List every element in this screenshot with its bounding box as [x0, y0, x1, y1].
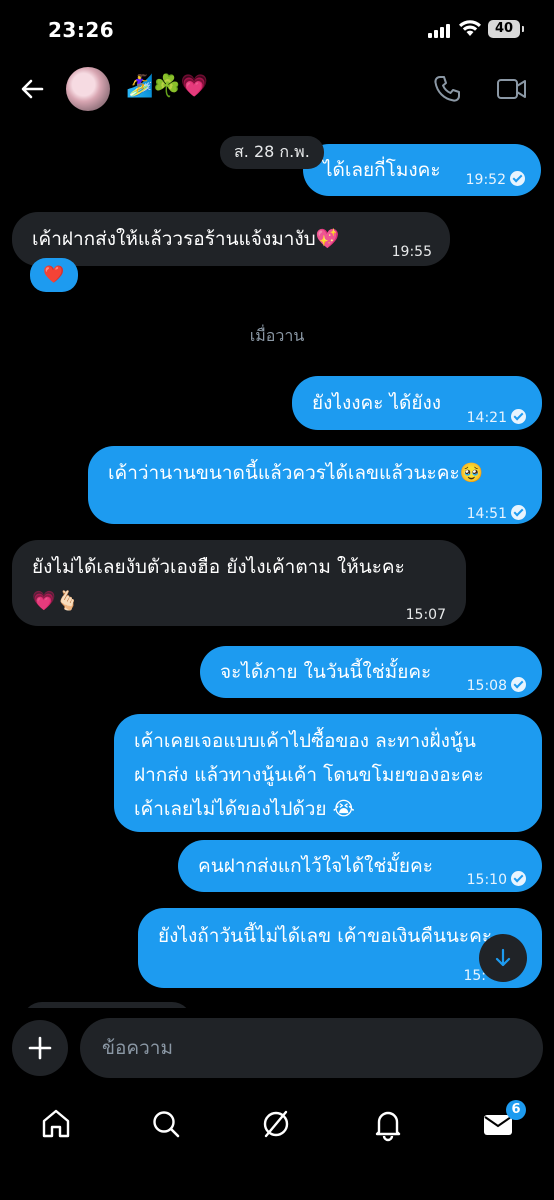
message-text-line: ฝากส่ง แล้วทางนู้นเค้า โดนขโมยของอะคะ	[134, 764, 484, 786]
message-text-line: เค้าเคยเจอแบบเค้าไปซื้อของ ละทางฝั่งนู้น	[134, 730, 476, 752]
avatar[interactable]	[66, 67, 110, 111]
message-bubble-sent[interactable]: ยังไงงคะ ได้ยังง 14:21	[292, 376, 542, 430]
message-time: 15:07	[405, 607, 446, 623]
add-attachment-button[interactable]	[12, 1020, 68, 1076]
unread-badge: 6	[506, 1100, 526, 1120]
message-emoji-line: 💗🫰🏻	[32, 590, 80, 612]
message-text: ได้เลยกี่โมงคะ	[323, 159, 441, 181]
message-bubble-received[interactable]: เค้าฝากส่งให้แล้ววรอร้านแจ้งมางับ💖 19:55	[12, 212, 450, 266]
message-text-line: ยังไม่ได้เลยงับตัวเองฮือ ยังไงเค้าตาม ให…	[32, 556, 405, 578]
message-text-line: เค้าเลยไม่ได้ของไปด้วย 😭	[134, 798, 355, 820]
bell-icon[interactable]	[368, 1104, 408, 1144]
message-composer	[0, 1018, 554, 1084]
check-circle-icon	[511, 871, 526, 886]
message-bubble-received[interactable]	[22, 1002, 192, 1008]
plus-icon	[28, 1036, 52, 1060]
message-time: 15:08	[466, 678, 507, 694]
video-camera-icon[interactable]	[496, 76, 528, 102]
check-circle-icon	[511, 677, 526, 692]
grok-icon[interactable]	[256, 1104, 296, 1144]
check-circle-icon	[511, 505, 526, 520]
message-time: 19:55	[391, 244, 432, 260]
message-bubble-sent[interactable]: คนฝากส่งแกไว้ใจได้ใช่มั้ยคะ 15:10	[178, 840, 542, 892]
message-text: เค้าฝากส่งให้แล้ววรอร้านแจ้งมางับ💖	[32, 228, 340, 250]
message-list[interactable]: ส. 28 ก.พ. ได้เลยกี่โมงคะ 19:52 เค้าฝากส…	[0, 120, 554, 1008]
battery-indicator: 40	[488, 20, 524, 38]
message-text: ยังไงถ้าวันนี้ไม่ได้เลข เค้าขอเงินคืนนะค…	[158, 925, 493, 947]
conversation-header: 🏄‍♀️☘️💗	[0, 60, 554, 120]
message-text: จะได้ภาย ในวันนี้ใช่มั้ยคะ	[220, 661, 432, 683]
search-icon[interactable]	[146, 1104, 186, 1144]
check-circle-icon	[511, 409, 526, 424]
cellular-signal-icon	[428, 22, 454, 38]
message-bubble-sent[interactable]: เค้าว่านานขนาดนี้แล้วควรได้เลขแล้วนะคะ🥹 …	[88, 446, 542, 524]
arrow-down-icon	[495, 948, 511, 967]
status-time: 23:26	[48, 18, 115, 42]
day-divider: เมื่อวาน	[249, 326, 305, 345]
message-bubble-sent[interactable]: ได้เลยกี่โมงคะ 19:52	[303, 144, 541, 196]
message-bubble-received[interactable]: ยังไม่ได้เลยงับตัวเองฮือ ยังไงเค้าตาม ให…	[12, 540, 466, 626]
message-input[interactable]	[80, 1018, 543, 1078]
status-bar: 23:26 40	[0, 0, 554, 60]
date-separator: ส. 28 ก.พ.	[220, 136, 324, 169]
wifi-icon	[459, 20, 481, 36]
message-time: 19:52	[465, 172, 506, 188]
check-circle-icon	[510, 171, 525, 186]
message-text: เค้าว่านานขนาดนี้แล้วควรได้เลขแล้วนะคะ🥹	[108, 462, 484, 484]
bottom-navigation: 6	[0, 1096, 554, 1200]
message-time: 14:51	[466, 506, 507, 522]
message-reaction[interactable]: ❤️	[30, 258, 78, 292]
message-text: คนฝากส่งแกไว้ใจได้ใช่มั้ยคะ	[198, 855, 433, 877]
home-icon[interactable]	[36, 1104, 76, 1144]
phone-icon[interactable]	[432, 74, 462, 104]
back-arrow-icon[interactable]	[18, 74, 48, 104]
message-time: 15:10	[466, 872, 507, 888]
message-bubble-sent[interactable]: เค้าเคยเจอแบบเค้าไปซื้อของ ละทางฝั่งนู้น…	[114, 714, 542, 832]
message-text: ยังไงงคะ ได้ยังง	[312, 392, 442, 414]
message-bubble-sent[interactable]: จะได้ภาย ในวันนี้ใช่มั้ยคะ 15:08	[200, 646, 542, 698]
conversation-name[interactable]: 🏄‍♀️☘️💗	[126, 74, 208, 99]
message-time: 14:21	[466, 410, 507, 426]
scroll-to-bottom-button[interactable]	[479, 934, 527, 982]
